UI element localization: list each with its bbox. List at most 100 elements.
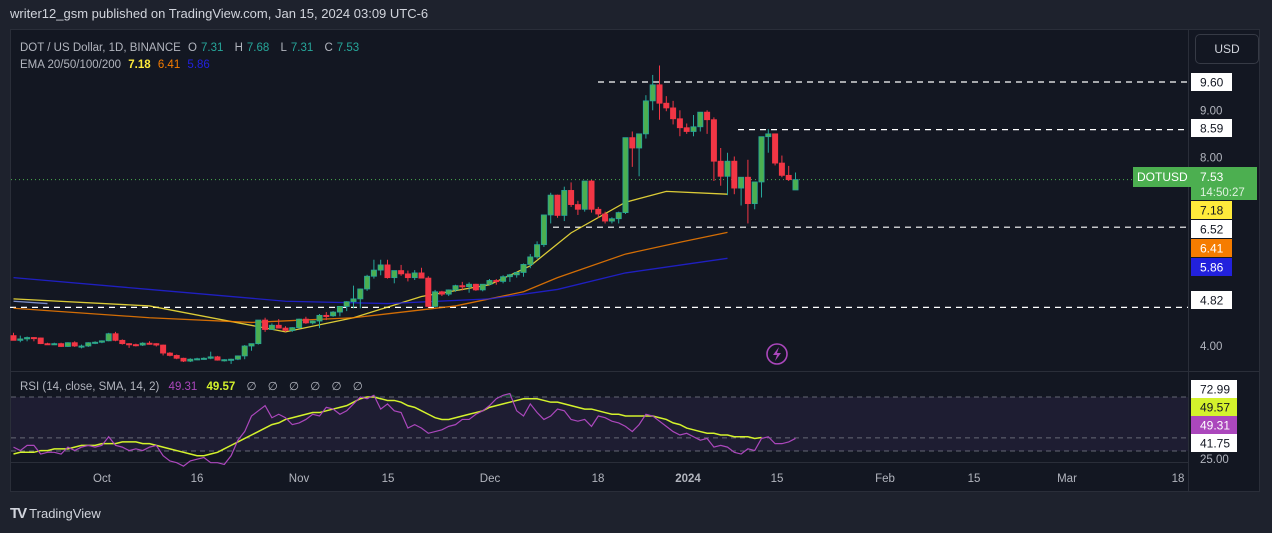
candle-body-down: [602, 213, 609, 222]
tradingview-brand: TradingView: [29, 506, 101, 521]
candle-body-up: [330, 311, 337, 317]
candle: [357, 288, 364, 309]
candle-body-down: [731, 160, 738, 189]
candle: [64, 342, 71, 347]
candle-body-down: [44, 343, 51, 346]
candle: [343, 301, 350, 312]
candle-body-down: [744, 176, 751, 205]
symbol-name[interactable]: DOT / US Dollar, 1D, BINANCE: [20, 42, 181, 54]
candle: [710, 117, 717, 181]
price-label-ema50: 6.41: [1191, 239, 1232, 257]
candle-body-down: [459, 285, 466, 288]
lightning-event-icon[interactable]: [766, 343, 788, 365]
candle-body-down: [173, 355, 180, 359]
null-value: ∅: [352, 381, 363, 393]
candle-body-down: [663, 102, 670, 109]
price-label-text: 6.41: [1200, 242, 1224, 256]
candle-body-up: [527, 256, 534, 265]
ohlc-high: H 7.68: [234, 42, 270, 54]
candle-body-up: [51, 343, 58, 346]
candle: [513, 271, 520, 278]
candle-body-down: [704, 111, 711, 121]
candle: [520, 263, 527, 277]
candle-body-up: [534, 244, 541, 258]
candle-body-down: [670, 107, 677, 120]
candle-body-up: [98, 340, 105, 343]
candle: [78, 344, 85, 349]
ema-line-50: [13, 231, 728, 324]
candle-body-up: [24, 337, 31, 340]
candle: [17, 335, 24, 343]
candle-body-up: [581, 180, 588, 210]
rsi-overbought-fill: [353, 393, 517, 397]
candle: [574, 200, 581, 215]
lightning-icon: [773, 347, 781, 361]
candle: [500, 275, 507, 284]
price-label-text: 5.86: [1200, 261, 1224, 275]
price-label-level-4.82: 4.82: [1191, 291, 1232, 309]
null-value: ∅: [288, 381, 300, 393]
candle: [690, 115, 697, 137]
candle: [126, 343, 133, 348]
rsi-value: 49.31: [168, 381, 198, 393]
candle: [377, 259, 384, 276]
candle: [418, 267, 425, 279]
rsi-label-rsi-upper: 72.99: [1191, 380, 1237, 398]
price-label-text: 8.59: [1200, 122, 1224, 136]
ohlc-open: O 7.31: [188, 42, 224, 54]
candle-body-up: [765, 133, 772, 138]
candle: [697, 111, 704, 132]
candle: [629, 131, 636, 167]
ema100-value: 5.86: [187, 59, 210, 71]
price-label-ema100: 5.86: [1191, 258, 1232, 276]
candle-body-down: [302, 318, 309, 324]
tradingview-branding[interactable]: TV TradingView: [10, 505, 101, 522]
currency-button[interactable]: USD: [1195, 34, 1259, 64]
candle-body-up: [540, 214, 547, 246]
countdown-timer: 14:50:27: [1200, 187, 1245, 199]
candle: [24, 336, 31, 342]
price-tick-label: 9.00: [1200, 105, 1222, 117]
candle: [438, 290, 445, 297]
rsi-band: [11, 397, 1188, 451]
candle-body-up: [758, 136, 765, 183]
candle: [772, 133, 779, 166]
candle: [479, 283, 486, 292]
candle-body-up: [738, 176, 745, 189]
candle: [731, 156, 738, 195]
chart-canvas[interactable]: 4.005.008.009.009.608.59DOTUSD7.5314:50:…: [0, 0, 1272, 533]
candle: [10, 332, 17, 341]
candle-body-down: [132, 344, 139, 347]
candle: [268, 323, 275, 330]
candle: [670, 100, 677, 125]
ema-row[interactable]: EMA 20/50/100/200 7.18 6.41 5.86: [20, 57, 367, 74]
rsi-label-rsi-sma: 49.57: [1191, 398, 1237, 416]
candle-body-up: [724, 160, 731, 177]
candle: [411, 270, 418, 280]
candle: [255, 319, 262, 345]
candle: [398, 264, 405, 276]
candle-body-up: [615, 212, 622, 220]
candle: [404, 270, 411, 282]
candle: [615, 211, 622, 224]
candle-body-up: [520, 264, 527, 273]
ema-label: EMA 20/50/100/200: [20, 59, 122, 71]
candle-body-up: [357, 288, 364, 300]
candle: [105, 332, 112, 342]
candle: [493, 279, 500, 285]
candle-body-down: [30, 337, 37, 340]
rsi-legend[interactable]: RSI (14, close, SMA, 14, 2) 49.31 49.57 …: [20, 379, 363, 393]
candle-body-up: [85, 342, 92, 347]
candle-body-down: [37, 337, 44, 345]
candle: [85, 342, 92, 347]
candle-body-up: [792, 179, 799, 191]
time-tick-label: Oct: [93, 473, 112, 485]
candle-body-down: [126, 343, 133, 346]
candle-body-up: [452, 285, 459, 291]
candle: [642, 95, 649, 139]
candle: [717, 148, 724, 186]
candle: [683, 123, 690, 134]
candle-body-up: [608, 218, 615, 222]
price-label-text: 9.60: [1200, 76, 1224, 90]
null-value: ∅: [267, 381, 278, 393]
